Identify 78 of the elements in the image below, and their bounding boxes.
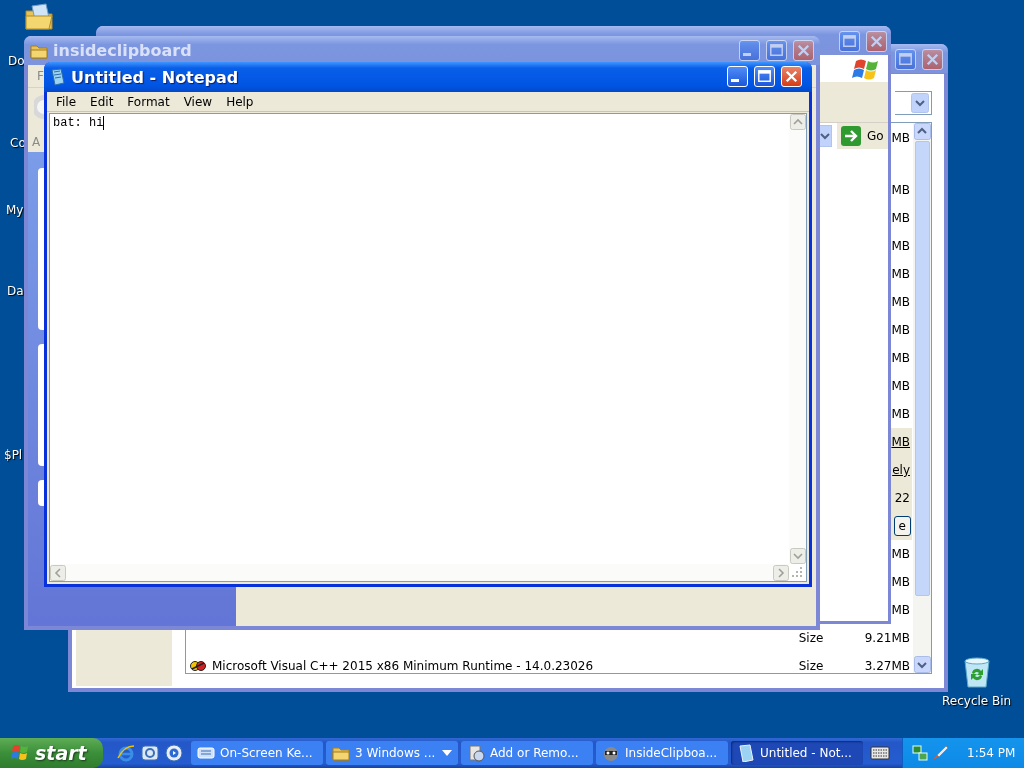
- taskbar-button[interactable]: Add or Remo...: [461, 741, 593, 765]
- size-value: MB: [891, 603, 910, 617]
- resize-grip-icon: [790, 565, 804, 579]
- minimize-icon: [731, 79, 739, 82]
- size-value: MB: [891, 183, 910, 197]
- menu-item[interactable]: Edit: [83, 94, 121, 109]
- menu-item[interactable]: View: [176, 94, 220, 109]
- maximize-button[interactable]: [754, 66, 775, 87]
- go-button[interactable]: Go: [837, 123, 888, 149]
- text-area[interactable]: bat: hi: [49, 113, 807, 582]
- browser-icon: [117, 744, 135, 762]
- size-value: MB: [891, 131, 910, 145]
- horizontal-scrollbar[interactable]: [50, 564, 789, 581]
- taskbar-button[interactable]: InsideClipboa...: [596, 741, 728, 765]
- windows-logo-icon: [10, 743, 30, 763]
- menu-item[interactable]: Help: [219, 94, 261, 109]
- scroll-left-icon: [50, 564, 66, 581]
- minimize-button[interactable]: [727, 66, 748, 87]
- scroll-down-icon: [913, 656, 931, 673]
- desktop-icon-label[interactable]: Recycle Bin: [942, 694, 1012, 708]
- detail-text: 22: [894, 491, 910, 505]
- program-icon: [190, 660, 206, 672]
- size-value: MB: [891, 323, 910, 337]
- text-cursor: [103, 116, 105, 130]
- address-label: A: [32, 135, 41, 149]
- notepad-icon: [50, 68, 66, 86]
- taskbar-button[interactable]: 3 Windows ...: [326, 741, 458, 765]
- menu-item[interactable]: Format: [120, 94, 177, 109]
- desktop-icon-label[interactable]: Do: [8, 54, 25, 68]
- size-value: MB: [891, 351, 910, 365]
- desktop-icon-label[interactable]: Da: [7, 284, 24, 298]
- raccoon-icon: [602, 744, 620, 762]
- desktop-icon-label[interactable]: $Pl: [4, 448, 23, 462]
- desktop-icon-label[interactable]: My: [6, 203, 24, 217]
- size-value: MB: [891, 379, 910, 393]
- window-title: insideclipboard: [53, 41, 192, 60]
- size-value: MB: [891, 295, 910, 309]
- folder-icon: [30, 42, 48, 59]
- remove-button[interactable]: e: [893, 516, 911, 536]
- size-value: MB: [891, 407, 910, 421]
- taskbar-button[interactable]: Untitled - Not...: [731, 741, 863, 765]
- dropdown-field[interactable]: [895, 91, 932, 115]
- size-value: MB: [891, 239, 910, 253]
- program-icon: [467, 744, 485, 762]
- folder-icon: [24, 2, 54, 32]
- size-value: 3.27MB: [864, 659, 910, 673]
- size-value: MB: [891, 547, 910, 561]
- folder-icon: [332, 744, 350, 762]
- program-name[interactable]: Microsoft Visual C++ 2015 x86 Minimum Runtime - 14.0.23026: [212, 659, 799, 673]
- go-arrow-icon: [841, 126, 861, 146]
- close-button[interactable]: [781, 66, 802, 87]
- size-label: Size: [798, 631, 825, 645]
- scroll-up-icon: [789, 114, 806, 130]
- scroll-thumb[interactable]: [914, 141, 930, 596]
- size-label: Size: [798, 659, 825, 673]
- menu-item[interactable]: File: [49, 94, 84, 109]
- window-title: Untitled - Notepad: [71, 67, 239, 87]
- scroll-down-icon: [789, 548, 806, 564]
- link[interactable]: MB: [891, 435, 910, 449]
- start-button[interactable]: start: [0, 738, 103, 768]
- size-value: MB: [891, 575, 910, 589]
- size-value: 9.21MB: [864, 631, 910, 645]
- media-player-icon: [165, 744, 183, 762]
- scroll-right-icon: [773, 564, 789, 581]
- network-icon: [911, 744, 929, 762]
- minimize-icon: [743, 53, 751, 56]
- taskbar-button[interactable]: On-Screen Ke...: [191, 741, 323, 765]
- keyboard-icon: [870, 745, 890, 761]
- typed-text: bat: hi: [53, 116, 104, 130]
- size-value: MB: [891, 267, 910, 281]
- link[interactable]: ely: [892, 463, 910, 477]
- vertical-scrollbar[interactable]: [789, 114, 806, 564]
- vertical-scrollbar[interactable]: [913, 123, 931, 673]
- keyboard-icon: [197, 744, 215, 762]
- notepad-icon: [737, 744, 755, 762]
- size-value: MB: [891, 211, 910, 225]
- scroll-up-icon: [913, 123, 931, 140]
- back-button-icon: [34, 94, 44, 120]
